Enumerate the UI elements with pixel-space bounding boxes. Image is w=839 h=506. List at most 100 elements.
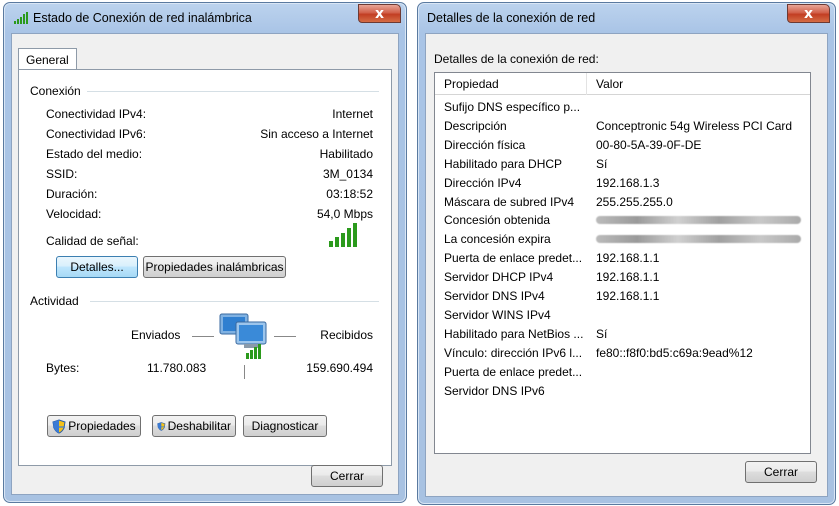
property-cell: Servidor DHCP IPv4 xyxy=(444,270,554,285)
properties-button[interactable]: Propiedades xyxy=(47,415,141,437)
close-button[interactable]: Cerrar xyxy=(311,465,383,487)
list-item[interactable]: Servidor DNS IPv4 192.168.1.1 xyxy=(435,287,810,305)
disable-button[interactable]: Deshabilitar xyxy=(152,415,236,437)
close-button[interactable]: Cerrar xyxy=(745,461,817,483)
property-cell: Dirección IPv4 xyxy=(444,175,522,190)
row-value: Internet xyxy=(332,107,373,121)
row-label: Velocidad: xyxy=(46,207,102,221)
general-tab-panel: Conexión Conectividad IPv4: Internet Con… xyxy=(18,69,392,466)
status-window-title: Estado de Conexión de red inalámbrica xyxy=(33,11,252,25)
sent-line xyxy=(192,336,214,337)
row-label: Estado del medio: xyxy=(46,147,143,161)
property-cell: Dirección física xyxy=(444,137,526,152)
value-cell: 00-80-5A-39-0F-DE xyxy=(596,137,702,152)
diagnose-button[interactable]: Diagnosticar xyxy=(243,415,327,437)
property-cell: Puerta de enlace predet... xyxy=(444,364,583,379)
details-close-x-button[interactable]: x xyxy=(787,4,830,23)
list-item[interactable]: Sufijo DNS específico p... xyxy=(435,98,810,116)
property-cell: Sufijo DNS específico p... xyxy=(444,100,581,114)
row-value: Sin acceso a Internet xyxy=(260,127,373,141)
property-cell: Servidor DNS IPv6 xyxy=(444,383,545,398)
property-cell: Concesión obtenida xyxy=(444,213,551,228)
list-item[interactable]: Servidor DHCP IPv4 192.168.1.1 xyxy=(435,268,810,286)
list-item[interactable]: Descripción Conceptronic 54g Wireless PCI… xyxy=(435,117,810,135)
list-header: Propiedad Valor xyxy=(435,73,810,95)
details-header-label: Detalles de la conexión de red: xyxy=(434,52,599,66)
row-ipv6: Conectividad IPv6: Sin acceso a Internet xyxy=(46,127,373,143)
row-value: 3M_0134 xyxy=(322,167,373,181)
property-cell: Habilitado para DHCP xyxy=(444,156,563,171)
received-label: Recibidos xyxy=(320,328,373,342)
list-item[interactable]: La concesión expira xyxy=(435,230,810,248)
received-line xyxy=(274,336,296,337)
value-cell: fe80::f8f0:bd5:c69a:9ead%12 xyxy=(596,345,753,360)
signal-strength-icon xyxy=(329,223,357,247)
property-cell: Puerta de enlace predet... xyxy=(444,251,583,266)
details-button[interactable]: Detalles... xyxy=(56,256,138,278)
column-header-value[interactable]: Valor xyxy=(587,73,623,95)
details-window: Detalles de la conexión de red x Detalle… xyxy=(417,2,836,505)
list-item[interactable]: Concesión obtenida xyxy=(435,211,810,229)
details-title-bar[interactable]: Detalles de la conexión de red x xyxy=(418,3,835,33)
property-cell: La concesión expira xyxy=(444,232,551,247)
column-header-property[interactable]: Propiedad xyxy=(435,73,587,95)
list-item[interactable]: Vínculo: dirección IPv6 l... fe80::f8f0:b… xyxy=(435,344,810,362)
connection-section-label: Conexión xyxy=(30,84,81,98)
row-label: Conectividad IPv4: xyxy=(46,107,147,121)
network-computers-icon xyxy=(219,313,267,359)
wireless-signal-icon xyxy=(14,12,28,24)
details-list-view[interactable]: Propiedad Valor Sufijo DNS específico p.… xyxy=(434,72,811,454)
value-cell xyxy=(587,232,801,246)
sent-label: Enviados xyxy=(131,328,181,342)
value-cell: Sí xyxy=(596,156,608,171)
wireless-properties-button[interactable]: Propiedades inalámbricas xyxy=(143,256,286,278)
list-item[interactable]: Puerta de enlace predet... 192.168.1.1 xyxy=(435,249,810,267)
property-cell: Vínculo: dirección IPv6 l... xyxy=(444,345,583,360)
row-label: SSID: xyxy=(46,167,78,181)
row-media-state: Estado del medio: Habilitado xyxy=(46,147,373,163)
value-cell: 255.255.255.0 xyxy=(596,194,673,209)
row-value: 03:18:52 xyxy=(326,187,373,201)
status-close-x-button[interactable]: x xyxy=(358,4,401,23)
details-window-title: Detalles de la conexión de red xyxy=(427,11,596,25)
list-item[interactable]: Servidor DNS IPv6 xyxy=(435,382,810,400)
value-cell: 192.168.1.1 xyxy=(596,270,660,285)
list-item[interactable]: Dirección IPv4 192.168.1.3 xyxy=(435,174,810,192)
status-window: Estado de Conexión de red inalámbrica x … xyxy=(3,2,407,503)
signal-quality-label: Calidad de señal: xyxy=(46,234,139,248)
value-cell: Conceptronic 54g Wireless PCI Card xyxy=(596,118,793,133)
value-cell: 192.168.1.1 xyxy=(596,251,660,266)
row-speed: Velocidad: 54,0 Mbps xyxy=(46,207,373,223)
property-cell: Servidor DNS IPv4 xyxy=(444,289,545,303)
status-client-area: General Conexión Conectividad IPv4: Inte… xyxy=(11,33,399,495)
activity-section-label: Actividad xyxy=(30,294,79,308)
property-cell: Descripción xyxy=(444,118,507,133)
row-ssid: SSID: 3M_0134 xyxy=(46,167,373,183)
value-cell: 192.168.1.1 xyxy=(596,289,660,303)
property-cell: Servidor WINS IPv4 xyxy=(444,307,551,322)
list-item[interactable]: Habilitado para NetBios ... Sí xyxy=(435,325,810,343)
list-item[interactable]: Habilitado para DHCP Sí xyxy=(435,155,810,173)
uac-shield-icon xyxy=(52,418,66,434)
status-title-bar[interactable]: Estado de Conexión de red inalámbrica x xyxy=(4,3,406,33)
section-divider xyxy=(90,301,379,302)
list-item[interactable]: Dirección física 00-80-5A-39-0F-DE xyxy=(435,136,810,154)
value-cell: Sí xyxy=(596,326,608,341)
value-cell xyxy=(587,213,801,227)
properties-button-label: Propiedades xyxy=(68,419,136,433)
list-item[interactable]: Puerta de enlace predet... xyxy=(435,363,810,381)
property-cell: Máscara de subred IPv4 xyxy=(444,194,575,209)
row-value: Habilitado xyxy=(319,147,373,161)
row-duration: Duración: 03:18:52 xyxy=(46,187,373,203)
row-ipv4: Conectividad IPv4: Internet xyxy=(46,107,373,123)
section-divider xyxy=(87,91,379,92)
uac-shield-icon xyxy=(157,421,166,431)
list-item[interactable]: Máscara de subred IPv4 255.255.255.0 xyxy=(435,193,810,211)
redacted-value xyxy=(596,235,801,244)
row-value: 54,0 Mbps xyxy=(316,207,373,221)
bytes-received-value: 159.690.494 xyxy=(306,361,373,375)
details-client-area: Detalles de la conexión de red: Propieda… xyxy=(425,33,828,497)
tab-general[interactable]: General xyxy=(18,48,77,70)
list-item[interactable]: Servidor WINS IPv4 xyxy=(435,306,810,324)
bytes-sent-value: 11.780.083 xyxy=(147,361,207,375)
